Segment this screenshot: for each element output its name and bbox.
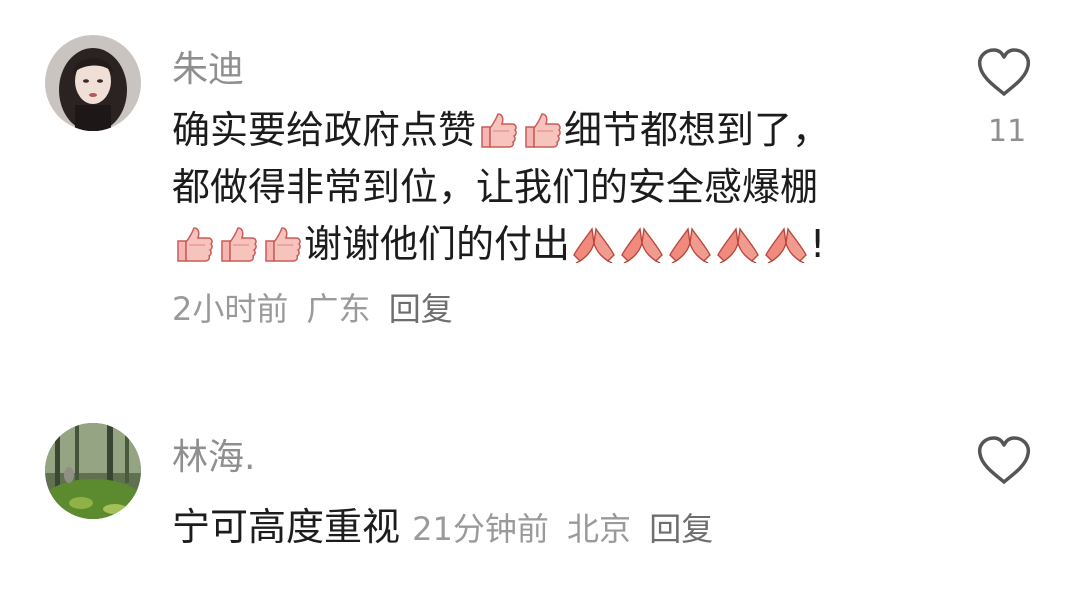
comment-text-part: 确实要给政府点赞 xyxy=(172,108,477,152)
user-avatar[interactable] xyxy=(45,35,141,131)
comment-time: 2小时前 xyxy=(172,290,289,328)
comment-text-part: 细节都想到了， xyxy=(564,108,831,152)
comment-text: 宁可高度重视 xyxy=(172,505,401,549)
comment-text-row: 宁可高度重视 21分钟前 北京 回复 xyxy=(172,496,721,551)
comment-text-part: 谢谢他们的付出 xyxy=(304,222,571,266)
reply-button[interactable]: 回复 xyxy=(649,510,713,548)
like-button[interactable] xyxy=(976,48,1032,98)
praying-hands-icon xyxy=(666,225,714,263)
thumbs-up-icon xyxy=(476,111,520,149)
comment-location: 广东 xyxy=(306,290,371,328)
like-button[interactable] xyxy=(976,436,1032,486)
like-count: 11 xyxy=(988,114,1027,149)
username[interactable]: 朱迪 xyxy=(172,40,244,92)
thumbs-up-icon xyxy=(216,225,260,263)
praying-hands-icon xyxy=(762,225,810,263)
user-avatar[interactable] xyxy=(45,423,141,519)
comment-item: 林海. 宁可高度重视 21分钟前 北京 回复 xyxy=(0,400,1080,595)
comment-text-part: ! xyxy=(810,222,826,266)
username[interactable]: 林海. xyxy=(172,428,255,480)
forest-avatar-icon xyxy=(45,423,141,519)
heart-icon xyxy=(977,436,1031,484)
reply-button[interactable]: 回复 xyxy=(389,290,453,328)
praying-hands-icon xyxy=(570,225,618,263)
thumbs-up-icon xyxy=(172,225,216,263)
praying-hands-icon xyxy=(618,225,666,263)
thumbs-up-icon xyxy=(260,225,304,263)
heart-icon xyxy=(977,48,1031,96)
comment-text: 确实要给政府点赞 细节都想到了， 都做得非常到位，让我们的安全感爆棚 谢谢他们的付… xyxy=(172,102,912,273)
comment-time: 21分钟前 xyxy=(412,510,549,548)
comment-item: 朱迪 确实要给政府点赞 细节都想到了， 都做得非常到位，让我们的安全感爆棚 谢谢他… xyxy=(0,0,1080,360)
comment-location: 北京 xyxy=(567,510,632,548)
comment-text-part: 都做得非常到位，让我们的安全感爆棚 xyxy=(172,165,819,209)
comment-meta: 21分钟前 北京 回复 xyxy=(412,510,721,548)
thumbs-up-icon xyxy=(520,111,564,149)
praying-hands-icon xyxy=(714,225,762,263)
comment-meta: 2小时前 广东 回复 xyxy=(172,284,461,330)
woman-portrait-avatar-icon xyxy=(45,35,141,131)
